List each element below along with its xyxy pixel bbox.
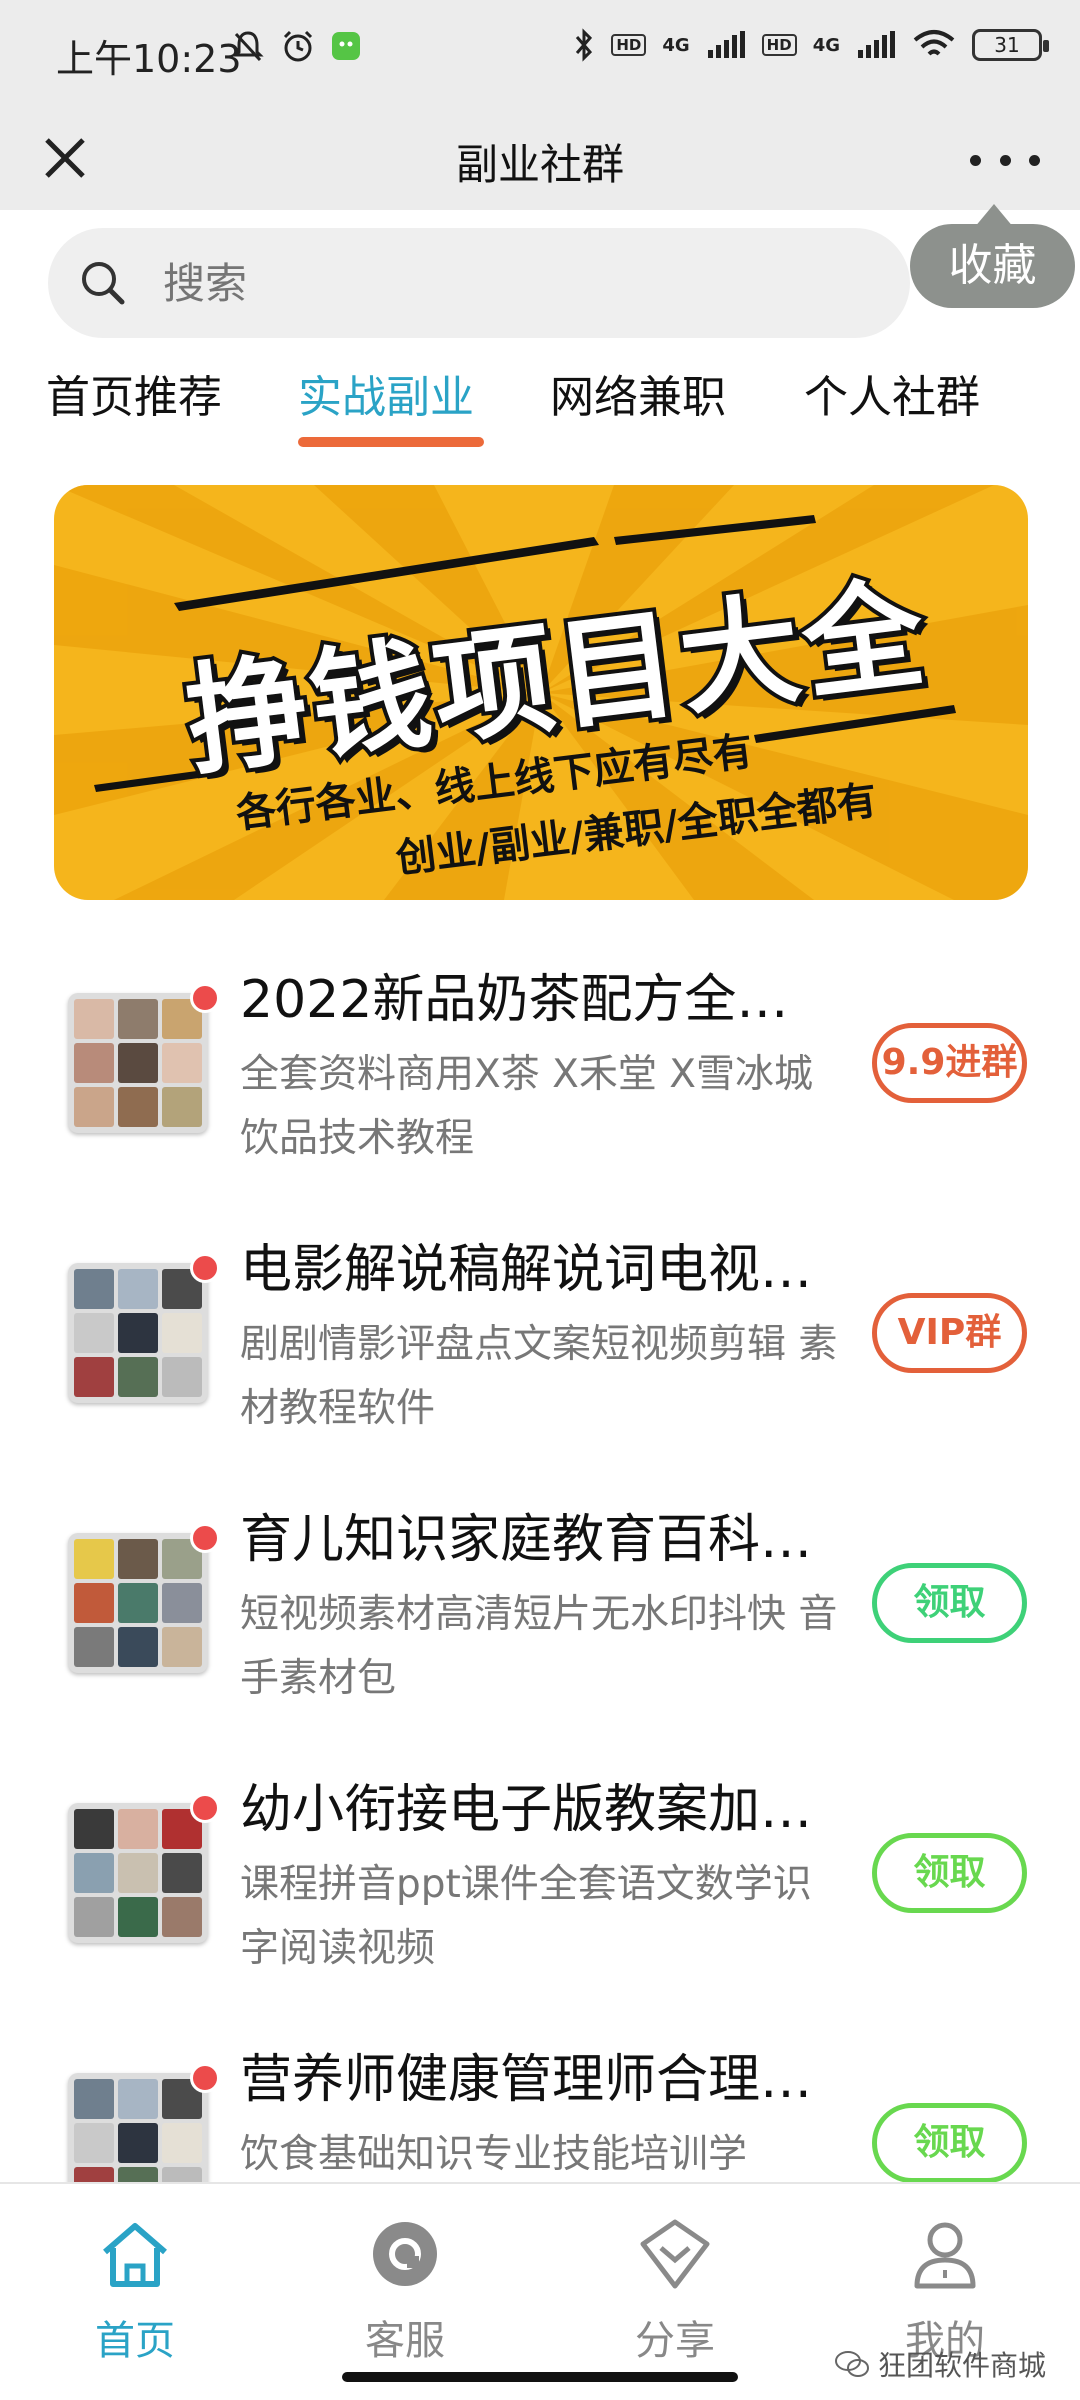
list-item[interactable]: 幼小衔接电子版教案加… 课程拼音ppt课件全套语文数学识 字阅读视频 领取 (0, 1745, 1080, 2015)
search-input[interactable] (163, 228, 813, 338)
group-avatar-grid (68, 993, 208, 1133)
claim-button[interactable]: 领取 (872, 1563, 1027, 1643)
item-description: 剧剧情影评盘点文案短视频剪辑 素材教程软件 (240, 1322, 838, 1431)
app-notification-icon (332, 32, 360, 60)
wechat-icon (834, 2351, 869, 2377)
unread-dot (190, 1253, 220, 1283)
item-description: 课程拼音ppt课件全套语文数学识 字阅读视频 (240, 1862, 812, 1971)
status-bar: 上午10:23 HD 4G HD 4G 31 (0, 0, 1080, 105)
profile-icon (914, 2222, 976, 2289)
nav-home[interactable]: 首页 (45, 2214, 225, 2366)
list-item[interactable]: 营养师健康管理师合理… 饮食基础知识专业技能培训学 领取 (0, 2015, 1080, 2185)
watermark-text: 狂团软件商城 (877, 2349, 1046, 2382)
active-tab-indicator (298, 437, 484, 447)
unread-dot (190, 1793, 220, 1823)
group-avatar-grid (68, 2073, 208, 2185)
item-title: 育儿知识家庭教育百科… (240, 1510, 813, 1570)
item-title: 幼小衔接电子版教案加… (240, 1780, 813, 1840)
home-icon (103, 2223, 167, 2287)
item-description: 饮食基础知识专业技能培训学 (240, 2132, 748, 2177)
title-bar: 副业社群 (0, 105, 1080, 210)
search-bar[interactable] (48, 228, 910, 338)
network-label: 4G (662, 34, 690, 56)
status-right-icons: HD 4G HD 4G 31 (573, 28, 1049, 62)
page-title: 副业社群 (455, 140, 624, 189)
nav-service[interactable]: 客服 (315, 2214, 495, 2366)
nav-service-label: 客服 (365, 2318, 445, 2364)
favorite-tooltip[interactable]: 收藏 (910, 204, 1075, 308)
status-left-icons (230, 28, 362, 64)
unread-dot (190, 2063, 220, 2093)
list-item[interactable]: 2022新品奶茶配方全… 全套资料商用X茶 X禾堂 X雪冰城饮品技术教程 9.9… (0, 935, 1080, 1205)
bluetooth-icon (576, 28, 593, 62)
signal-icon (707, 31, 745, 58)
service-icon (373, 2222, 437, 2286)
item-description: 短视频素材高清短片无水印抖快 音手素材包 (240, 1592, 838, 1701)
list-item[interactable]: 电影解说稿解说词电视… 剧剧情影评盘点文案短视频剪辑 素材教程软件 VIP群 (0, 1205, 1080, 1475)
unread-dot (190, 1523, 220, 1553)
wifi-icon (913, 30, 955, 56)
hd-badge: HD (611, 34, 647, 56)
nav-share[interactable]: 分享 (585, 2214, 765, 2366)
vip-group-button[interactable]: VIP群 (872, 1293, 1027, 1373)
watermark: 狂团软件商城 (834, 2344, 1046, 2384)
nav-share-label: 分享 (635, 2318, 715, 2364)
more-icon[interactable] (970, 135, 1040, 185)
promo-banner[interactable]: 挣钱项目大全 各行各业、线上线下应有尽有 创业/副业/兼职/全职全都有 (54, 485, 1028, 900)
list-item[interactable]: 育儿知识家庭教育百科… 短视频素材高清短片无水印抖快 音手素材包 领取 (0, 1475, 1080, 1745)
tab-personal-community[interactable]: 个人社群 (804, 361, 980, 425)
status-time: 上午10:23 (56, 37, 242, 81)
battery-indicator: 31 (972, 29, 1049, 61)
item-title: 营养师健康管理师合理… (240, 2050, 813, 2110)
category-tabs: 首页推荐 实战副业 网络兼职 个人社群 (0, 355, 1080, 455)
tab-online-parttime[interactable]: 网络兼职 (550, 361, 726, 425)
share-icon (640, 2219, 710, 2289)
search-icon (82, 262, 125, 305)
claim-button[interactable]: 领取 (872, 1833, 1027, 1913)
join-button[interactable]: 9.9进群 (872, 1023, 1027, 1103)
nav-home-label: 首页 (95, 2318, 175, 2364)
hd-badge-2: HD (761, 34, 797, 56)
item-description: 全套资料商用X茶 X禾堂 X雪冰城饮品技术教程 (240, 1052, 813, 1161)
alarm-icon (283, 30, 313, 62)
home-indicator (342, 2372, 738, 2382)
mute-bell-icon (232, 31, 264, 62)
tab-home-recommend[interactable]: 首页推荐 (46, 361, 222, 425)
network-label-2: 4G (812, 34, 840, 56)
item-title: 2022新品奶茶配方全… (240, 970, 789, 1030)
group-avatar-grid (68, 1803, 208, 1943)
signal-icon-2 (858, 31, 895, 58)
unread-dot (190, 983, 220, 1013)
group-avatar-grid (68, 1263, 208, 1403)
item-title: 电影解说稿解说词电视… (240, 1240, 813, 1300)
tab-practical-sidejob[interactable]: 实战副业 (298, 361, 474, 425)
claim-button[interactable]: 领取 (872, 2103, 1027, 2183)
group-avatar-grid (68, 1533, 208, 1673)
